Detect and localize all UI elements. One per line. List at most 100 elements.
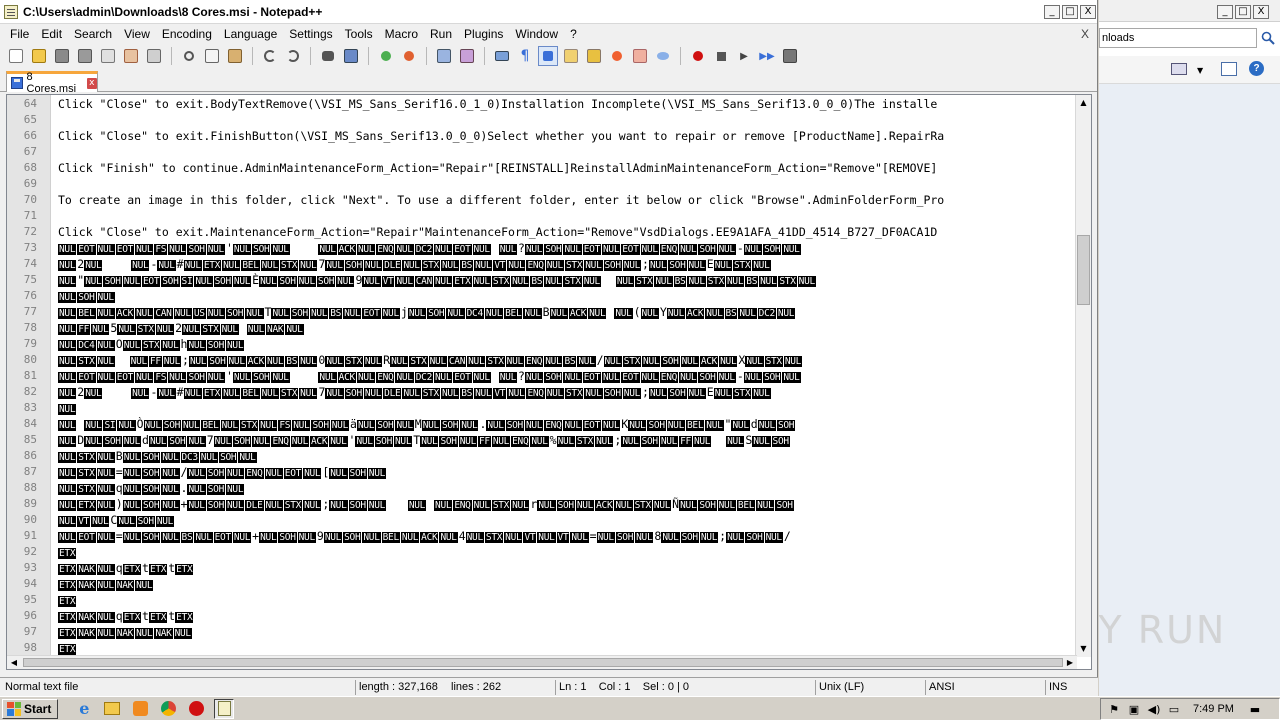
new-file-icon[interactable] (6, 46, 26, 66)
menu-language[interactable]: Language (218, 27, 283, 41)
replace-icon[interactable] (341, 46, 361, 66)
editor-line[interactable]: 76 NUL SOH NUL (7, 288, 1077, 304)
editor-line[interactable]: 75 NUL "NUL SOH NUL EOT SOH SI NUL SOH NUL ÈNUL SOH N… (7, 272, 1077, 288)
editor-line[interactable]: 81 NUL EOT NUL EOT NUL FS NUL SOH NUL 'NUL SOH NUL N… (7, 368, 1077, 384)
stop-icon[interactable] (186, 699, 206, 719)
close-button[interactable]: X (1080, 5, 1096, 19)
editor-line[interactable]: 71 (7, 208, 1077, 224)
document-map-icon[interactable] (561, 46, 581, 66)
show-desktop-icon[interactable]: ▬ (1248, 702, 1262, 716)
menu-search[interactable]: Search (68, 27, 118, 41)
sync-vertical-icon[interactable] (434, 46, 454, 66)
editor-line[interactable]: 65 (7, 112, 1077, 128)
preview-pane-icon[interactable] (1221, 62, 1237, 76)
scroll-up-icon[interactable]: ▲ (1076, 95, 1091, 111)
tab-close-icon[interactable]: x (86, 77, 97, 89)
folder-as-workspace-icon[interactable] (607, 46, 627, 66)
save-all-icon[interactable] (75, 46, 95, 66)
menu-help[interactable]: ? (564, 27, 583, 41)
run-macro-multiple-icon[interactable]: ▶▶ (757, 46, 777, 66)
editor-line[interactable]: 84 NUL NUL SI NUL ÒNUL SOH NUL BEL NUL STX NUL FS NU… (7, 416, 1077, 432)
word-wrap-icon[interactable] (492, 46, 512, 66)
editor-line[interactable]: 94 ETX NAK NUL NAK NUL (7, 576, 1077, 592)
indent-guide-icon[interactable] (538, 46, 558, 66)
editor-line[interactable]: 70 To create an image in this folder, cli… (7, 192, 1077, 208)
editor-line[interactable]: 90 NUL VT NUL CNUL SOH NUL (7, 512, 1077, 528)
action-center-icon[interactable]: ⚑ (1107, 702, 1121, 716)
open-file-icon[interactable] (29, 46, 49, 66)
editor-line[interactable]: 97 ETX NAK NUL NAK NUL NAK NUL (7, 624, 1077, 640)
vertical-scrollbar[interactable]: ▲ ▼ (1075, 95, 1091, 657)
editor-line[interactable]: 68 Click "Finish" to continue.AdminMainte… (7, 160, 1077, 176)
close-document-button[interactable]: X (1081, 27, 1089, 41)
horizontal-scroll-thumb[interactable] (23, 658, 1063, 667)
editor-line[interactable]: 83 NUL (7, 400, 1077, 416)
menu-file[interactable]: File (4, 27, 35, 41)
zoom-in-icon[interactable] (376, 46, 396, 66)
editor-line[interactable]: 93 ETX NAK NUL qETX tETX tETX (7, 560, 1077, 576)
menu-view[interactable]: View (118, 27, 156, 41)
find-icon[interactable] (318, 46, 338, 66)
menu-settings[interactable]: Settings (283, 27, 338, 41)
sync-horizontal-icon[interactable] (457, 46, 477, 66)
record-macro-icon[interactable] (688, 46, 708, 66)
editor-line[interactable]: 92 ETX (7, 544, 1077, 560)
power-icon[interactable]: ▭ (1167, 702, 1181, 716)
horizontal-scrollbar[interactable]: ◀ ▶ (7, 655, 1077, 669)
help-icon[interactable]: ? (1249, 61, 1264, 76)
editor-line[interactable]: 78 NUL FF NUL 5NUL STX NUL 2NUL STX NUL NUL NAK NUL (7, 320, 1077, 336)
editor-line[interactable]: 69 (7, 176, 1077, 192)
editor-line[interactable]: 74 NUL 2NUL NUL -NUL #NUL ETX NUL BEL NUL STX NUL 7… (7, 256, 1077, 272)
chrome-icon[interactable] (158, 699, 178, 719)
view-options-icon[interactable] (1171, 63, 1187, 75)
save-icon[interactable] (52, 46, 72, 66)
close-all-icon[interactable] (121, 46, 141, 66)
minimize-button[interactable]: _ (1044, 5, 1060, 19)
bg-minimize-button[interactable]: _ (1217, 5, 1233, 19)
editor-line[interactable]: 85 NUL DNUL SOH NUL dNUL SOH NUL 7NUL SOH NUL ENQ NU… (7, 432, 1077, 448)
menu-encoding[interactable]: Encoding (156, 27, 218, 41)
eye-icon[interactable] (653, 46, 673, 66)
bg-restore-button[interactable]: □ (1235, 5, 1251, 19)
restore-button[interactable]: □ (1062, 5, 1078, 19)
clock[interactable]: 7:49 PM (1193, 703, 1234, 715)
menu-run[interactable]: Run (424, 27, 458, 41)
editor-line[interactable]: 82 NUL 2NUL NUL -NUL #NUL ETX NUL BEL NUL STX NUL 7… (7, 384, 1077, 400)
function-list-icon[interactable] (584, 46, 604, 66)
background-explorer-window[interactable]: _ □ X nloads ▼ ? (1099, 0, 1280, 696)
editor-line[interactable]: 89 NUL ETX NUL)NUL SOH NUL +NUL SOH NUL DLE NUL STX… (7, 496, 1077, 512)
scroll-down-icon[interactable]: ▼ (1076, 641, 1091, 657)
explorer-folder-icon[interactable] (102, 699, 122, 719)
editor-line[interactable]: 77 NUL BEL NUL ACK NUL CAN NUL US NUL SOH NUL TNUL SO… (7, 304, 1077, 320)
editor-line[interactable]: 96 ETX NAK NUL qETX tETX tETX (7, 608, 1077, 624)
notepad-plus-plus-window[interactable]: C:\Users\admin\Downloads\8 Cores.msi - N… (0, 0, 1098, 696)
menu-edit[interactable]: Edit (35, 27, 68, 41)
scroll-left-icon[interactable]: ◀ (7, 656, 21, 669)
print-icon[interactable] (144, 46, 164, 66)
editor-area[interactable]: 64 Click "Close" to exit.BodyTextRemove(\… (6, 94, 1092, 670)
editor-line[interactable]: 98 ETX (7, 640, 1077, 656)
editor-line[interactable]: 67 (7, 144, 1077, 160)
scroll-right-icon[interactable]: ▶ (1063, 656, 1077, 669)
copy-icon[interactable] (202, 46, 222, 66)
menu-macro[interactable]: Macro (379, 27, 424, 41)
show-all-chars-icon[interactable]: ¶ (515, 46, 535, 66)
cut-icon[interactable] (179, 46, 199, 66)
editor-line[interactable]: 66 Click "Close" to exit.FinishButton(\VS… (7, 128, 1077, 144)
search-icon[interactable] (1259, 28, 1277, 48)
editor-line[interactable]: 79 NUL DC4 NUL ONUL STX NUL hNUL SOH NUL (7, 336, 1077, 352)
tab-8-cores-msi[interactable]: 8 Cores.msi x (6, 71, 98, 95)
stop-recording-icon[interactable] (711, 46, 731, 66)
media-player-icon[interactable] (130, 699, 150, 719)
menu-window[interactable]: Window (509, 27, 564, 41)
close-file-icon[interactable] (98, 46, 118, 66)
background-window-titlebar[interactable]: _ □ X (1099, 0, 1280, 22)
editor-line[interactable]: 91 NUL EOT NUL =NUL SOH NUL BS NUL EOT NUL +NUL SOH N… (7, 528, 1077, 544)
editor-line[interactable]: 80 NUL STX NUL NUL FF NUL ;NUL SOH NUL ACK NUL BS NU… (7, 352, 1077, 368)
background-search-field[interactable]: nloads (1099, 28, 1257, 48)
bg-close-button[interactable]: X (1253, 5, 1269, 19)
zoom-out-icon[interactable] (399, 46, 419, 66)
editor-line[interactable]: 73 NUL EOT NUL EOT NUL FS NUL SOH NUL 'NUL SOH NUL N… (7, 240, 1077, 256)
chevron-down-icon[interactable]: ▼ (1197, 66, 1203, 75)
internet-explorer-icon[interactable]: e (74, 699, 94, 719)
